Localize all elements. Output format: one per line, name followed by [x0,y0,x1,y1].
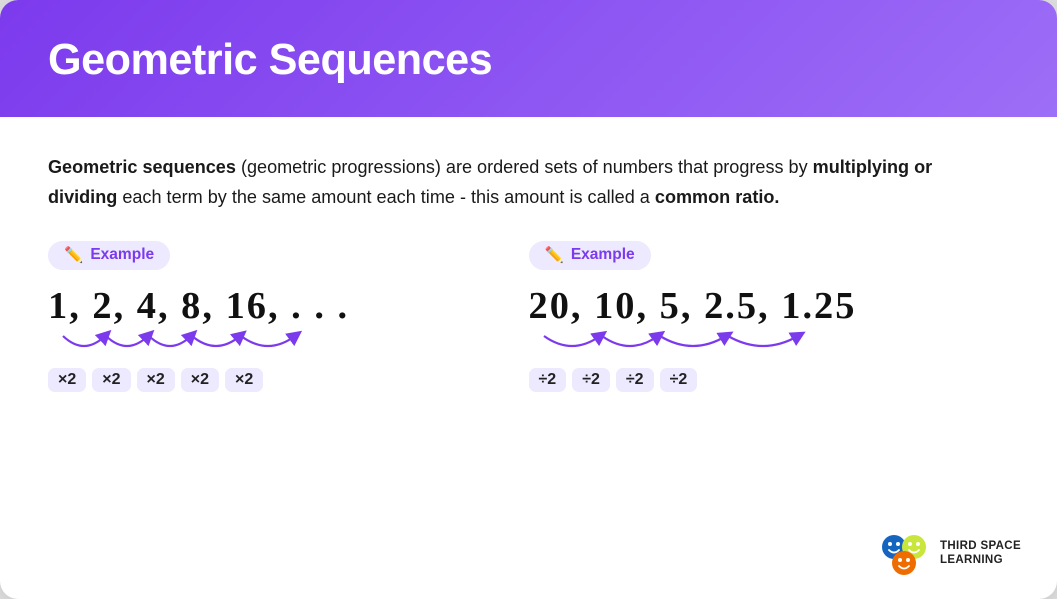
pencil-icon-1: ✏️ [64,246,83,265]
example-label-2: Example [571,246,635,264]
div-badge-2-1: ÷2 [572,368,610,392]
intro-paragraph: Geometric sequences (geometric progressi… [48,153,948,213]
mult-badge-1-0: ×2 [48,368,86,392]
multipliers-row-1: ×2 ×2 ×2 ×2 ×2 [48,368,263,392]
logo-text: THIRD SPACELEARNING [940,539,1021,568]
examples-row: ✏️ Example 1, 2, 4, 8, 16, . . . [48,241,1009,392]
div-badge-2-3: ÷2 [660,368,698,392]
arrows-svg-2 [529,328,859,362]
page-title: Geometric Sequences [48,36,1009,85]
content: Geometric sequences (geometric progressi… [0,117,1057,599]
example-label-1: Example [90,246,154,264]
mult-badge-1-4: ×2 [225,368,263,392]
intro-part3: each term by the same amount each time -… [122,187,655,207]
mult-badge-1-2: ×2 [137,368,175,392]
logo-area: THIRD SPACELEARNING [878,529,1021,577]
example-badge-1: ✏️ Example [48,241,170,270]
logo-icon [878,529,930,577]
example-block-2: ✏️ Example 20, 10, 5, 2.5, 1.25 [529,241,1010,392]
div-badge-2-0: ÷2 [529,368,567,392]
example-block-1: ✏️ Example 1, 2, 4, 8, 16, . . . [48,241,529,392]
mult-badge-1-3: ×2 [181,368,219,392]
intro-bold3: common ratio. [655,187,780,207]
header: Geometric Sequences [0,0,1057,117]
example-badge-2: ✏️ Example [529,241,651,270]
sequence-1: 1, 2, 4, 8, 16, . . . [48,284,349,328]
arrows-svg-1 [48,328,338,362]
pencil-icon-2: ✏️ [545,246,564,265]
intro-bold1: Geometric sequences [48,157,236,177]
sequence-2: 20, 10, 5, 2.5, 1.25 [529,284,857,328]
intro-part2: (geometric progressions) are ordered set… [241,157,813,177]
div-badge-2-2: ÷2 [616,368,654,392]
card: Geometric Sequences Geometric sequences … [0,0,1057,599]
mult-badge-1-1: ×2 [92,368,130,392]
multipliers-row-2: ÷2 ÷2 ÷2 ÷2 [529,368,698,392]
